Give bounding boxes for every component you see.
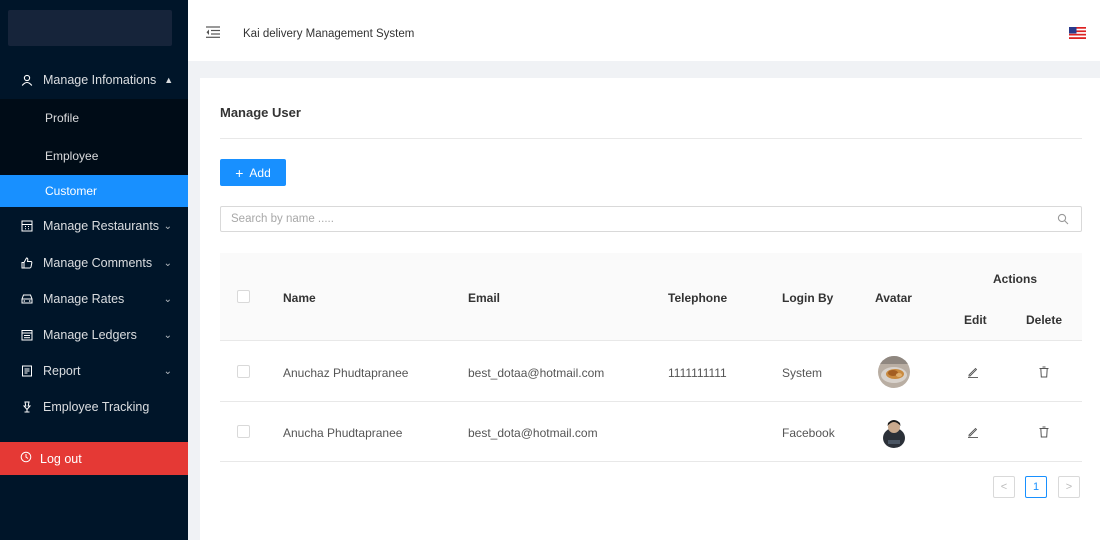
cell-email: best_dotaa@hotmail.com — [468, 366, 605, 380]
sidebar-item-manage-informations[interactable]: Manage Infomations ▲ — [0, 61, 188, 99]
column-header-avatar: Avatar — [875, 291, 912, 305]
like-icon — [20, 257, 34, 269]
calendar-icon — [20, 329, 34, 341]
column-header-login-by: Login By — [782, 291, 834, 305]
avatar — [878, 416, 910, 448]
column-header-edit: Edit — [964, 313, 987, 327]
sidebar-submenu: Profile Employee Customer — [0, 99, 188, 207]
cell-login-by: System — [782, 366, 823, 380]
sidebar-item-report[interactable]: Report ⌄ — [0, 353, 188, 389]
cell-name: Anucha Phudtapranee — [283, 426, 403, 440]
map-pin-icon — [20, 401, 34, 413]
cell-login-by: Facebook — [782, 426, 835, 440]
sidebar-item-label: Manage Ledgers — [43, 328, 137, 342]
chevron-down-icon: ⌄ — [163, 257, 172, 269]
cell-name: Anuchaz Phudtapranee — [283, 366, 409, 380]
sidebar-item-profile[interactable]: Profile — [0, 99, 188, 137]
search-box — [220, 206, 1082, 232]
select-all-checkbox[interactable] — [237, 290, 250, 303]
sidebar-item-manage-rates[interactable]: Manage Rates ⌄ — [0, 281, 188, 317]
delete-icon[interactable] — [1038, 426, 1050, 438]
page-title: Manage User — [220, 105, 301, 120]
sidebar-item-label: Manage Restaurants — [43, 219, 160, 233]
table-header: Name Email Telephone Login By Avatar Act… — [220, 253, 1082, 341]
column-header-telephone: Telephone — [668, 291, 728, 305]
edit-icon[interactable] — [967, 366, 979, 378]
user-icon — [20, 74, 34, 86]
calculator-icon — [20, 220, 34, 232]
add-button[interactable]: + Add — [220, 159, 286, 186]
plus-icon: + — [235, 164, 244, 181]
column-header-name: Name — [283, 291, 316, 305]
sidebar-item-manage-comments[interactable]: Manage Comments ⌄ — [0, 245, 188, 281]
sidebar-item-label: Report — [43, 364, 81, 378]
cell-telephone: 1111111111 — [668, 366, 727, 380]
car-icon — [20, 293, 34, 305]
sidebar-item-employee[interactable]: Employee — [0, 137, 188, 175]
file-icon — [20, 365, 34, 377]
chevron-down-icon: ⌄ — [163, 220, 172, 232]
column-header-actions: Actions — [993, 272, 1038, 286]
chevron-down-icon: ⌄ — [163, 365, 172, 377]
search-input[interactable] — [221, 207, 1041, 231]
search-icon[interactable] — [1057, 213, 1069, 225]
menu-fold-icon[interactable] — [206, 26, 220, 38]
pagination-page-1[interactable]: 1 — [1025, 476, 1047, 498]
table-row: Anucha Phudtapranee best_dota@hotmail.co… — [220, 402, 1082, 462]
chevron-down-icon: ⌄ — [163, 329, 172, 341]
sidebar-item-label: Manage Infomations — [43, 73, 157, 87]
sidebar-item-label: Manage Comments — [43, 256, 153, 270]
sidebar-item-customer[interactable]: Customer — [0, 175, 188, 207]
avatar — [878, 356, 910, 388]
add-button-label: Add — [249, 165, 271, 180]
pagination-next-button[interactable]: > — [1058, 476, 1080, 498]
row-checkbox[interactable] — [237, 365, 250, 378]
logo — [8, 10, 172, 46]
content-panel: Manage User + Add Name Email Telephone L… — [200, 78, 1100, 540]
edit-icon[interactable] — [967, 426, 979, 438]
chevron-down-icon: ⌄ — [163, 293, 172, 305]
cell-email: best_dota@hotmail.com — [468, 426, 598, 440]
sidebar: Manage Infomations ▲ Profile Employee Cu… — [0, 0, 188, 540]
column-header-email: Email — [468, 291, 501, 305]
top-header: Kai delivery Management System — [188, 0, 1100, 61]
sidebar-item-employee-tracking[interactable]: Employee Tracking — [0, 389, 188, 425]
column-header-delete: Delete — [1026, 313, 1063, 327]
delete-icon[interactable] — [1038, 366, 1050, 378]
pagination-prev-button[interactable]: < — [993, 476, 1015, 498]
sidebar-item-manage-restaurants[interactable]: Manage Restaurants ⌄ — [0, 207, 188, 245]
sidebar-menu: Manage Infomations ▲ Profile Employee Cu… — [0, 61, 188, 425]
sidebar-item-label: Employee Tracking — [43, 400, 150, 414]
sidebar-item-label: Manage Rates — [43, 292, 125, 306]
chevron-up-icon: ▲ — [164, 75, 174, 85]
us-flag-icon[interactable] — [1069, 27, 1086, 39]
row-checkbox[interactable] — [237, 425, 250, 438]
power-icon — [20, 451, 32, 466]
sidebar-item-manage-ledgers[interactable]: Manage Ledgers ⌄ — [0, 317, 188, 353]
app-title: Kai delivery Management System — [243, 28, 415, 40]
logout-button[interactable]: Log out — [0, 442, 188, 475]
logout-label: Log out — [40, 451, 82, 466]
table-row: Anuchaz Phudtapranee best_dotaa@hotmail.… — [220, 342, 1082, 402]
divider — [220, 138, 1082, 139]
